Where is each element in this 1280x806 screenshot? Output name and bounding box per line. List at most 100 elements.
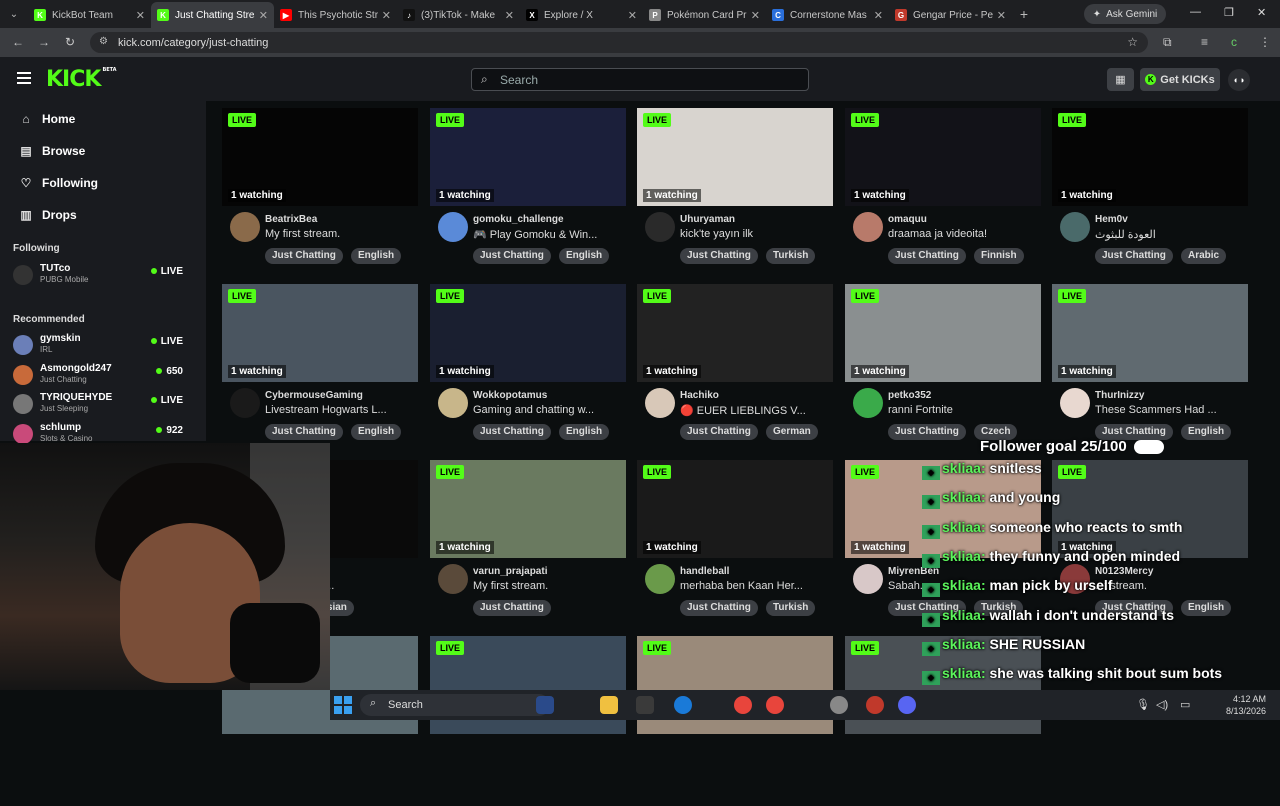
stream-card[interactable]: LIVE: [637, 636, 833, 806]
stream-card[interactable]: LIVE: [845, 636, 1041, 806]
tag-pill[interactable]: English: [351, 248, 402, 264]
sidebar-item-following[interactable]: ♡ Following: [18, 173, 98, 193]
profile-avatar-icon[interactable]: c: [1231, 35, 1237, 49]
tag-pill[interactable]: English: [351, 424, 402, 440]
back-icon[interactable]: ←: [12, 35, 24, 49]
tag-pill[interactable]: Just Chatting: [265, 424, 343, 440]
avatar[interactable]: [645, 564, 675, 594]
user-avatar[interactable]: ◐◑: [1228, 69, 1250, 91]
tag-pill[interactable]: Finnish: [974, 248, 1024, 264]
stream-thumbnail[interactable]: LIVE 1 watching: [845, 284, 1041, 382]
sidebar-item-drops[interactable]: ▥ Drops: [18, 205, 76, 225]
stream-title[interactable]: ranni Fortnite: [888, 404, 1038, 416]
streamer-name[interactable]: Hem0v: [1095, 214, 1128, 225]
tab-close-icon[interactable]: ✕: [751, 9, 760, 22]
tab-close-icon[interactable]: ✕: [874, 9, 883, 22]
stream-thumbnail[interactable]: LIVE 1 watching: [637, 284, 833, 382]
stream-card[interactable]: LIVE 1 watching MiyrenBen Sabah... Just Chat…: [845, 460, 1041, 630]
stream-card[interactable]: LIVE 1 watching CybermouseGaming Livestream…: [222, 284, 418, 454]
new-tab-button[interactable]: +: [1012, 6, 1036, 22]
tag-pill[interactable]: Just Chatting: [680, 600, 758, 616]
stream-thumbnail[interactable]: LIVE 1 watching: [637, 460, 833, 558]
browser-menu-icon[interactable]: ⋮: [1259, 35, 1271, 49]
layout-toggle-button[interactable]: ▦: [1107, 68, 1134, 91]
site-info-icon[interactable]: ⚙: [99, 36, 108, 47]
tag-pill[interactable]: Just Chatting: [473, 248, 551, 264]
stream-card[interactable]: LIVE 1 watching gomoku_challenge 🎮 Play Gom…: [430, 108, 626, 278]
tab-search-icon[interactable]: ⌄: [0, 0, 28, 28]
stream-title[interactable]: draamaa ja videoita!: [888, 228, 1038, 240]
stream-title[interactable]: 🎮 Play Gomoku & Win...: [473, 228, 623, 241]
streamer-name[interactable]: Wokkopotamus: [473, 390, 547, 401]
stream-card[interactable]: LIVE 1 watching petko352 ranni Fortnite Just…: [845, 284, 1041, 454]
settings-icon[interactable]: [830, 696, 848, 714]
browser-tab[interactable]: X Explore / X ✕: [520, 2, 643, 28]
stream-thumbnail[interactable]: LIVE 1 watching: [222, 108, 418, 206]
tag-pill[interactable]: Just Chatting: [680, 248, 758, 264]
browser-tab[interactable]: ♪ (3)TikTok - Make ✕: [397, 2, 520, 28]
volume-icon[interactable]: ◁): [1156, 698, 1168, 711]
browser-tab[interactable]: P Pokémon Card Pri ✕: [643, 2, 766, 28]
tag-pill[interactable]: Turkish: [766, 248, 816, 264]
stream-thumbnail[interactable]: LIVE 1 watching: [845, 108, 1041, 206]
sidebar-item-home[interactable]: ⌂ Home: [18, 109, 75, 129]
stream-thumbnail[interactable]: LIVE 1 watching: [430, 284, 626, 382]
get-kicks-button[interactable]: K Get KICKs: [1140, 68, 1220, 91]
stream-thumbnail[interactable]: LIVE 1 watching: [637, 108, 833, 206]
avatar[interactable]: [645, 388, 675, 418]
stream-card[interactable]: LIVE 1 watching omaquu draamaa ja videoita!…: [845, 108, 1041, 278]
browser-tab[interactable]: K Just Chatting Streams ✕: [151, 2, 274, 28]
taskbar-search[interactable]: ⌕ Search: [360, 694, 550, 716]
sidebar-channel[interactable]: gymskin IRL LIVE: [13, 333, 183, 359]
tab-close-icon[interactable]: ✕: [997, 9, 1006, 22]
streamer-name[interactable]: BeatrixBea: [265, 214, 317, 225]
search-input[interactable]: ⌕ Search: [471, 68, 809, 91]
stream-card[interactable]: LIVE 1 watching BeatrixBea My first stream.…: [222, 108, 418, 278]
menu-icon[interactable]: [17, 72, 31, 84]
task-view-icon[interactable]: [536, 696, 554, 714]
avatar[interactable]: [853, 388, 883, 418]
avatar[interactable]: [1060, 212, 1090, 242]
stream-title[interactable]: Gaming and chatting w...: [473, 404, 623, 416]
ask-gemini-button[interactable]: ✦ Ask Gemini: [1084, 4, 1166, 24]
streamer-name[interactable]: CybermouseGaming: [265, 390, 363, 401]
avatar[interactable]: [438, 388, 468, 418]
tab-close-icon[interactable]: ✕: [259, 9, 268, 22]
avatar[interactable]: [438, 564, 468, 594]
sidebar-channel[interactable]: Asmongold247 Just Chatting 650: [13, 363, 183, 389]
app-icon-1[interactable]: [636, 696, 654, 714]
tab-close-icon[interactable]: ✕: [505, 9, 514, 22]
stream-card[interactable]: LIVE: [430, 636, 626, 806]
stream-title[interactable]: My first stream.: [473, 580, 623, 592]
streamer-name[interactable]: Uhuryaman: [680, 214, 735, 225]
stream-thumbnail[interactable]: LIVE 1 watching: [1052, 108, 1248, 206]
stream-card[interactable]: LIVE 1 watching Uhuryaman kick'te yayın ilk…: [637, 108, 833, 278]
sidebar-item-browse[interactable]: ▤ Browse: [18, 141, 85, 161]
avatar[interactable]: [645, 212, 675, 242]
avatar[interactable]: [230, 388, 260, 418]
stream-title[interactable]: 🔴 EUER LIEBLINGS V...: [680, 404, 830, 417]
tag-pill[interactable]: English: [559, 248, 610, 264]
streamer-name[interactable]: gomoku_challenge: [473, 214, 564, 225]
stream-card[interactable]: LIVE 1 watching ThurInizzy These Scammers H…: [1052, 284, 1248, 454]
tag-pill[interactable]: English: [1181, 600, 1232, 616]
tag-pill[interactable]: Just Chatting: [1095, 248, 1173, 264]
browser-tab[interactable]: G Gengar Price - Pe ✕: [889, 2, 1012, 28]
tag-pill[interactable]: Just Chatting: [680, 424, 758, 440]
url-field[interactable]: ⚙ kick.com/category/just-chatting ☆: [90, 32, 1148, 53]
discord-icon[interactable]: [898, 696, 916, 714]
tab-close-icon[interactable]: ✕: [136, 9, 145, 22]
bookmark-star-icon[interactable]: ☆: [1127, 35, 1138, 49]
streamer-name[interactable]: petko352: [888, 390, 931, 401]
tag-pill[interactable]: Just Chatting: [888, 248, 966, 264]
stream-card[interactable]: LIVE 1 watching Hachiko 🔴 EUER LIEBLINGS V.…: [637, 284, 833, 454]
windows-start-icon[interactable]: [334, 696, 352, 714]
avatar[interactable]: [853, 564, 883, 594]
tag-pill[interactable]: English: [1181, 424, 1232, 440]
streamer-name[interactable]: handleball: [680, 566, 729, 577]
sidebar-channel[interactable]: TYRIQUEHYDE Just Sleeping LIVE: [13, 392, 183, 418]
tab-close-icon[interactable]: ✕: [382, 9, 391, 22]
tab-close-icon[interactable]: ✕: [628, 9, 637, 22]
tag-pill[interactable]: Just Chatting: [473, 424, 551, 440]
tag-pill[interactable]: Just Chatting: [888, 424, 966, 440]
